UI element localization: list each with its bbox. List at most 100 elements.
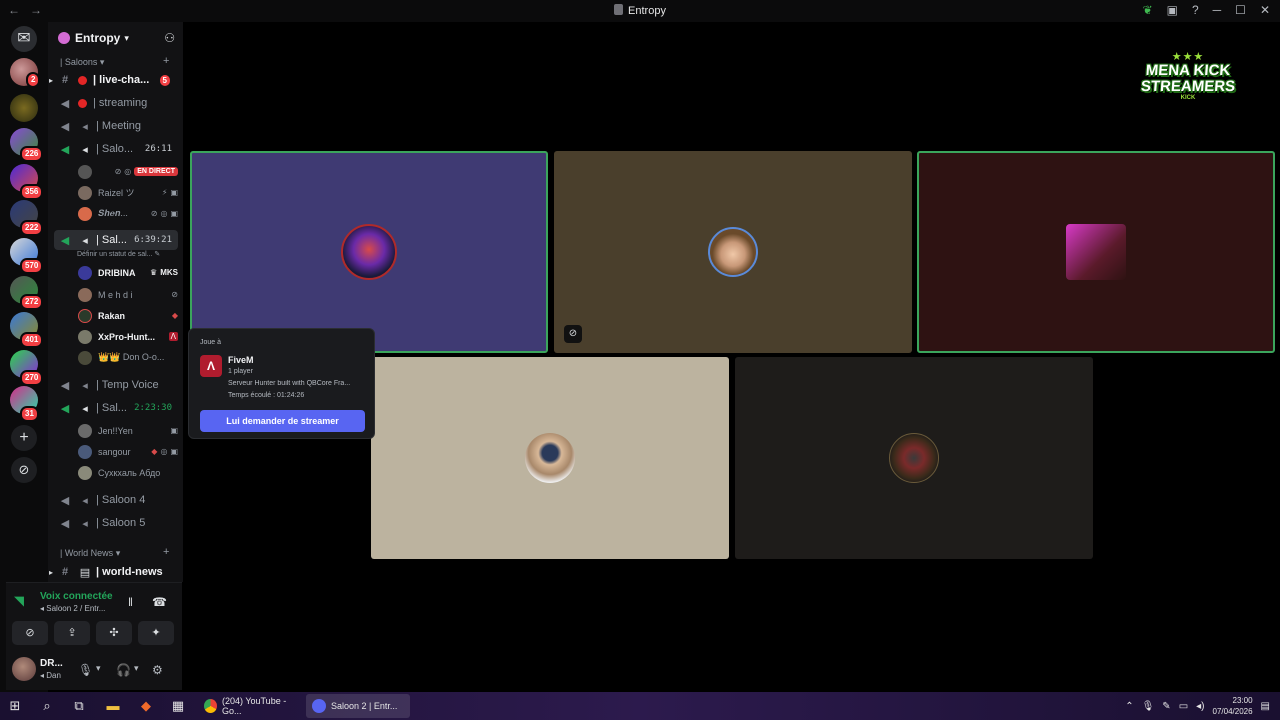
- participant-avatar: [341, 224, 397, 280]
- user-status: ◂ Dan: [40, 671, 61, 680]
- discover-icon[interactable]: ⊘: [11, 457, 37, 483]
- user-name[interactable]: DR...: [40, 658, 63, 669]
- windows-start-icon[interactable]: ⊞: [6, 697, 24, 715]
- channel-temp-voice[interactable]: ◀ ◂ | Temp Voice: [54, 375, 178, 395]
- noise-suppression-icon[interactable]: ǁ: [128, 595, 133, 609]
- microphone-icon[interactable]: 🎙: [1142, 701, 1155, 712]
- disconnect-icon[interactable]: ☎: [152, 595, 167, 609]
- avatar: [78, 206, 92, 221]
- chrome-icon: [204, 699, 217, 713]
- participant-tile[interactable]: [190, 151, 548, 353]
- taskbar-app-discord[interactable]: Saloon 2 | Entr...: [306, 694, 410, 718]
- channel-world-news[interactable]: ▸ # ▤ | world-news: [49, 562, 178, 582]
- channel-live-chat[interactable]: ▸ # | live-cha... 5: [49, 70, 178, 90]
- volume-icon: ◂: [82, 234, 88, 247]
- channel-saloon-5[interactable]: ◀ ◂ | Saloon 5: [54, 513, 178, 533]
- channel-streaming[interactable]: ◀ | streaming: [54, 93, 178, 113]
- taskbar-app-youtube[interactable]: (204) YouTube - Go...: [198, 694, 302, 718]
- voice-connected-label[interactable]: Voix connectée: [40, 591, 113, 602]
- voice-member[interactable]: Raizel ツ ⚡ ▣: [78, 183, 178, 202]
- invite-people-icon[interactable]: ⚇: [164, 31, 175, 45]
- category-saloons[interactable]: | Saloons ▾ +: [60, 55, 169, 68]
- server-header[interactable]: Entropy ▾ ⚇: [48, 22, 183, 54]
- participant-tile[interactable]: [735, 357, 1093, 559]
- avatar[interactable]: [12, 657, 36, 681]
- search-icon[interactable]: ⌕: [38, 697, 56, 715]
- category-world-news[interactable]: | World News ▾ +: [60, 546, 169, 559]
- nitro-leaf-icon[interactable]: ❦: [1143, 3, 1153, 17]
- discord-icon: [312, 699, 326, 713]
- camera-off-icon[interactable]: ⊘: [12, 621, 48, 645]
- channel-saloon-1[interactable]: ◀ ◂ | Salo... 26:11: [54, 139, 178, 159]
- soundboard-icon[interactable]: ✦: [138, 621, 174, 645]
- chevron-down-icon[interactable]: ▾: [96, 663, 101, 674]
- add-server-icon[interactable]: +: [11, 425, 37, 451]
- ask-to-stream-button[interactable]: Lui demander de streamer: [200, 410, 365, 432]
- title-bar: ← → Entropy ❦ ▣ ? ─ ☐ ✕: [0, 0, 1280, 22]
- participant-tile[interactable]: ⊘: [554, 151, 912, 353]
- volume-icon[interactable]: ◂): [1196, 701, 1204, 712]
- channel-saloon-2[interactable]: ◀ ◂ | Sal... 6:39:21: [54, 230, 178, 250]
- server-icon[interactable]: [10, 94, 38, 122]
- voice-member[interactable]: Сухкхаль Абдо: [78, 463, 178, 482]
- channel-status[interactable]: Définir un statut de sal... ✎: [77, 250, 160, 258]
- chevron-right-icon: ▸: [49, 567, 54, 577]
- badge: 356: [20, 184, 44, 200]
- voice-member[interactable]: Rakan ◆: [78, 306, 178, 325]
- notifications-icon[interactable]: ▤: [1261, 701, 1270, 712]
- minimize-icon[interactable]: ─: [1213, 3, 1222, 17]
- game-name: FiveM: [228, 355, 254, 365]
- activities-icon[interactable]: ✣: [96, 621, 132, 645]
- muted-icon: ⊘: [114, 167, 122, 176]
- speaker-icon: ◀: [60, 402, 70, 415]
- avatar: [78, 423, 92, 438]
- voice-member[interactable]: sangour ◆ ◎ ▣: [78, 442, 178, 461]
- discord-home-icon[interactable]: ✉: [11, 26, 37, 52]
- close-icon[interactable]: ✕: [1260, 3, 1270, 17]
- speaker-icon: ◀: [60, 97, 70, 110]
- game-icon: ◆: [151, 447, 158, 456]
- crown-icon: ♛: [150, 268, 158, 277]
- voice-member[interactable]: M e h d i ⊘: [78, 285, 178, 304]
- inbox-icon[interactable]: ▣: [1167, 3, 1178, 17]
- headphones-icon[interactable]: 🎧: [116, 663, 131, 677]
- microphone-icon[interactable]: 🎙: [78, 663, 93, 677]
- text-channel-icon: #: [61, 74, 69, 86]
- voice-member[interactable]: Jen!!Yen ▣: [78, 421, 178, 440]
- channel-saloon-3[interactable]: ◀ ◂ | Sal... 2:23:30: [54, 398, 178, 418]
- speaker-icon: ◀: [60, 143, 70, 156]
- volume-icon: ◂: [82, 143, 88, 156]
- pen-icon[interactable]: ✎: [1162, 701, 1170, 712]
- badge: 272: [20, 294, 44, 310]
- add-channel-icon[interactable]: +: [163, 55, 169, 67]
- channel-saloon-4[interactable]: ◀ ◂ | Saloon 4: [54, 490, 178, 510]
- task-view-icon[interactable]: ⧉: [70, 697, 88, 715]
- chevron-down-icon: ▾: [124, 32, 129, 43]
- avatar: [78, 329, 92, 344]
- avatar: [78, 287, 92, 302]
- chevron-down-icon[interactable]: ▾: [134, 663, 139, 674]
- channel-meeting[interactable]: ◀ ◂ | Meeting: [54, 116, 178, 136]
- add-channel-icon[interactable]: +: [163, 546, 169, 558]
- voice-member[interactable]: DRIBINA ♛ MKS: [78, 263, 178, 282]
- voice-location[interactable]: ◂ Saloon 2 / Entr...: [40, 604, 105, 613]
- chevron-up-icon[interactable]: ⌃: [1125, 701, 1133, 712]
- file-explorer-icon[interactable]: ▬: [104, 697, 122, 715]
- maximize-icon[interactable]: ☐: [1235, 3, 1246, 17]
- voice-member[interactable]: ⊘ ◎ EN DIRECT: [78, 162, 178, 181]
- badge: 31: [20, 406, 39, 422]
- badge: 2: [26, 72, 41, 88]
- calendar-app-icon[interactable]: ▦: [169, 697, 187, 715]
- participant-tile[interactable]: [371, 357, 729, 559]
- voice-member[interactable]: 👑👑 Don O-o...: [78, 348, 178, 367]
- brave-browser-icon[interactable]: ◆: [137, 697, 155, 715]
- voice-member[interactable]: XxPro-Hunt... Λ: [78, 327, 178, 346]
- help-icon[interactable]: ?: [1192, 3, 1199, 17]
- settings-gear-icon[interactable]: ⚙: [152, 663, 163, 677]
- clock[interactable]: 23:00 07/04/2026: [1213, 695, 1253, 717]
- network-icon[interactable]: ▭: [1179, 701, 1188, 712]
- voice-member[interactable]: 𝑺𝒉𝒆𝒏... ⊘ ◎ ▣: [78, 204, 178, 223]
- speaker-icon: ◀: [60, 234, 70, 247]
- participant-tile[interactable]: [917, 151, 1275, 353]
- screen-share-icon[interactable]: ⇪: [54, 621, 90, 645]
